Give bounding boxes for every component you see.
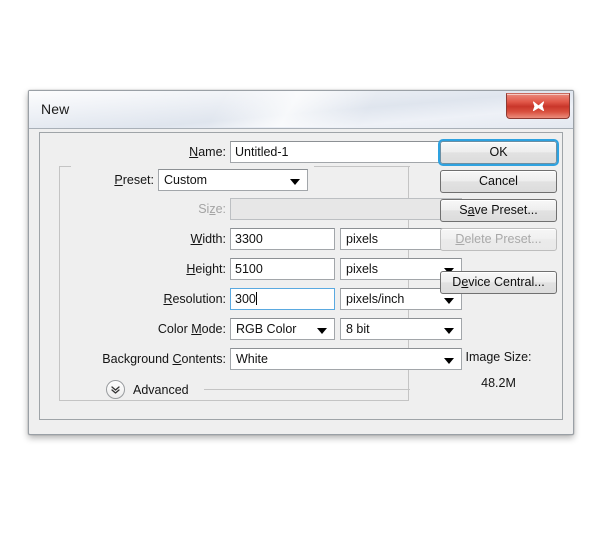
name-label: Name: [189,145,226,159]
width-row: Width: 3300 pixels [40,228,462,250]
name-row: Name: Untitled-1 [40,141,462,163]
resolution-label: Resolution: [163,292,226,306]
color-mode-label: Color Mode: [157,322,226,336]
bit-depth-select[interactable]: 8 bit [340,318,462,340]
advanced-label: Advanced [133,382,189,397]
ok-button[interactable]: OK [438,139,559,166]
chevron-down-circle-icon [106,380,125,399]
width-label: Width: [190,232,226,246]
height-label: Height: [186,262,226,276]
size-select [230,198,462,220]
close-button[interactable] [506,93,570,119]
device-central-button-label: Device Central... [452,275,545,289]
preset-select-value: Custom [164,173,208,187]
image-size-value: 48.2M [481,376,516,390]
background-contents-row: Background Contents: White [40,348,462,370]
resolution-input[interactable]: 300 [230,288,335,310]
name-label-text: ame: [198,145,226,159]
dialog-title: New [41,101,70,117]
close-x-icon [531,100,546,113]
cancel-button-label: Cancel [479,174,518,188]
image-size-label: Image Size: [465,350,532,364]
width-input[interactable]: 3300 [230,228,335,250]
preset-label-text: reset: [122,173,154,187]
preset-label: Preset: [114,173,154,187]
dialog-titlebar: New [29,91,573,129]
color-mode-select[interactable]: RGB Color [230,318,335,340]
width-unit-value: pixels [346,232,378,246]
resolution-label-text: esolution: [172,292,226,306]
height-unit-value: pixels [346,262,378,276]
name-input[interactable]: Untitled-1 [230,141,462,163]
resolution-row: Resolution: 300 pixels/inch [40,288,462,310]
background-contents-value: White [236,352,268,366]
height-input-value: 5100 [235,262,263,276]
groupbox-top-right-segment [314,166,410,167]
background-contents-label-text: Background [102,352,173,366]
background-contents-select[interactable]: White [230,348,462,370]
color-mode-label-text: Color [157,322,192,336]
chevron-down-icon [444,298,454,304]
ok-button-label: OK [489,145,508,159]
preset-select[interactable]: Custom [158,169,308,191]
groupbox-top-left-segment [59,166,71,167]
bit-depth-value: 8 bit [346,322,370,336]
delete-preset-button: Delete Preset... [440,228,557,251]
screen: New Name: Untitled-1 Preset: Custom Size… [0,0,600,550]
chevron-down-icon [317,328,327,334]
background-contents-label: Background Contents: [102,352,226,366]
device-central-button[interactable]: Device Central... [440,271,557,294]
name-input-value: Untitled-1 [235,145,289,159]
resolution-unit-value: pixels/inch [346,292,405,306]
save-preset-button-label: Save Preset... [459,203,538,217]
size-label-text: Si [198,202,210,216]
text-caret [255,292,257,305]
height-row: Height: 5100 pixels [40,258,462,280]
save-preset-button[interactable]: Save Preset... [440,199,557,222]
preset-row: Preset: Custom [40,169,422,191]
color-mode-value: RGB Color [236,322,297,336]
delete-preset-button-label: Delete Preset... [455,232,542,246]
resolution-input-value: 300 [235,292,256,306]
width-input-value: 3300 [235,232,263,246]
dialog-content-panel: Name: Untitled-1 Preset: Custom Size: Wi… [39,132,563,420]
height-label-text: eight: [195,262,226,276]
form-area: Name: Untitled-1 Preset: Custom Size: Wi… [40,133,462,419]
new-document-dialog: New Name: Untitled-1 Preset: Custom Size… [28,90,574,435]
advanced-divider [204,389,410,390]
chevron-down-icon [290,179,300,185]
size-label: Size: [198,202,226,216]
color-mode-row: Color Mode: RGB Color 8 bit [40,318,462,340]
size-row: Size: [40,198,462,220]
width-label-text: idth: [202,232,226,246]
cancel-button[interactable]: Cancel [440,170,557,193]
height-input[interactable]: 5100 [230,258,335,280]
chevron-down-icon [444,328,454,334]
advanced-disclosure[interactable]: Advanced [106,380,189,399]
